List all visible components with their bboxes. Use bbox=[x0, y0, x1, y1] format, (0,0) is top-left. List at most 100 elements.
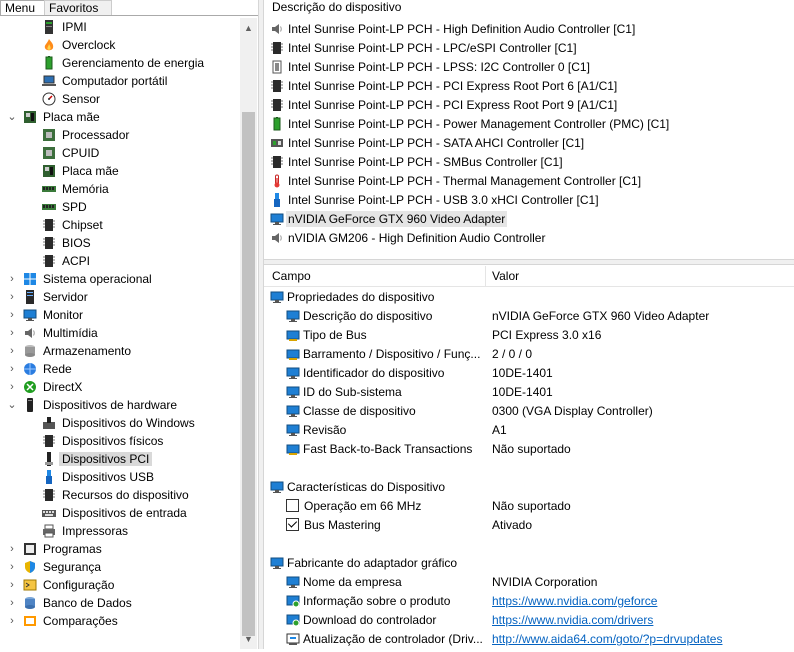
device-list-item[interactable]: Intel Sunrise Point-LP PCH - LPSS: I2C C… bbox=[270, 58, 590, 77]
tree-item[interactable]: › Sistema operacional bbox=[10, 270, 152, 288]
tree-item-label: BIOS bbox=[62, 236, 91, 250]
device-label: Intel Sunrise Point-LP PCH - SATA AHCI C… bbox=[288, 136, 585, 150]
chevron-right-icon[interactable]: › bbox=[7, 360, 17, 378]
tree-item[interactable]: Impressoras bbox=[42, 522, 128, 540]
property-row[interactable]: Operação em 66 MHz Não suportado bbox=[264, 497, 794, 516]
monitor-icon bbox=[270, 290, 284, 304]
tree-item[interactable]: › Banco de Dados bbox=[10, 594, 132, 612]
tree-item[interactable]: ⌄ Dispositivos de hardware bbox=[7, 396, 177, 414]
tree-item[interactable]: BIOS bbox=[42, 234, 91, 252]
tree-item[interactable]: Gerenciamento de energia bbox=[42, 54, 204, 72]
chevron-right-icon[interactable]: › bbox=[7, 288, 17, 306]
property-field: Descrição do dispositivo bbox=[303, 309, 433, 323]
property-value: 2 / 0 / 0 bbox=[492, 347, 533, 361]
tree-item[interactable]: › Servidor bbox=[10, 288, 88, 306]
property-row[interactable]: Bus Mastering Ativado bbox=[264, 516, 794, 535]
property-row[interactable]: Atualização de controlador (Driv... http:… bbox=[264, 630, 794, 649]
checkbox-unchecked-icon[interactable] bbox=[286, 499, 299, 512]
tree-item[interactable]: Overclock bbox=[42, 36, 115, 54]
column-separator[interactable] bbox=[485, 266, 486, 286]
tab-favorites[interactable]: Favoritos bbox=[44, 0, 112, 16]
chevron-right-icon[interactable]: › bbox=[7, 576, 17, 594]
device-list-item[interactable]: Intel Sunrise Point-LP PCH - USB 3.0 xHC… bbox=[270, 191, 599, 210]
property-group[interactable]: Fabricante do adaptador gráfico bbox=[264, 554, 794, 573]
property-group[interactable]: Características do Dispositivo bbox=[264, 478, 794, 497]
chevron-right-icon[interactable]: › bbox=[7, 540, 17, 558]
device-list-item[interactable]: nVIDIA GeForce GTX 960 Video Adapter bbox=[270, 210, 508, 229]
scroll-thumb[interactable] bbox=[242, 112, 255, 636]
tree-item[interactable]: Placa mãe bbox=[42, 162, 119, 180]
tree-item[interactable]: ⌄ Placa mãe bbox=[7, 108, 99, 126]
property-row[interactable]: Classe de dispositivo 0300 (VGA Display C… bbox=[264, 402, 794, 421]
property-group[interactable]: Propriedades do dispositivo bbox=[264, 288, 794, 307]
tree-item[interactable]: › Multimídia bbox=[10, 324, 98, 342]
property-row[interactable]: Identificador do dispositivo 10DE-1401 bbox=[264, 364, 794, 383]
tree-item[interactable]: Dispositivos PCI bbox=[42, 450, 153, 468]
tree-item[interactable]: Processador bbox=[42, 126, 129, 144]
tree-item[interactable]: SPD bbox=[42, 198, 87, 216]
device-list-item[interactable]: Intel Sunrise Point-LP PCH - PCI Express… bbox=[270, 96, 617, 115]
property-row[interactable]: Barramento / Dispositivo / Funç... 2 / 0 … bbox=[264, 345, 794, 364]
tab-menu[interactable]: Menu bbox=[0, 0, 46, 16]
device-list-item[interactable]: Intel Sunrise Point-LP PCH - High Defini… bbox=[270, 20, 635, 39]
chevron-right-icon[interactable]: › bbox=[7, 270, 17, 288]
tree-item-label: Programas bbox=[43, 542, 102, 556]
scroll-down-icon[interactable]: ▼ bbox=[240, 631, 257, 647]
tree-item[interactable]: Recursos do dispositivo bbox=[42, 486, 189, 504]
property-row[interactable]: Informação sobre o produto https://www.nv… bbox=[264, 592, 794, 611]
monitor-icon bbox=[270, 480, 284, 494]
device-list-item[interactable]: nVIDIA GM206 - High Definition Audio Con… bbox=[270, 229, 545, 248]
chevron-right-icon[interactable]: › bbox=[7, 306, 17, 324]
tree-scrollbar[interactable]: ▲ ▼ bbox=[240, 18, 257, 649]
property-row[interactable]: Download do controlador https://www.nvidi… bbox=[264, 611, 794, 630]
chevron-down-icon[interactable]: ⌄ bbox=[7, 396, 17, 414]
tree-item[interactable]: › Armazenamento bbox=[10, 342, 131, 360]
device-list-item[interactable]: Intel Sunrise Point-LP PCH - Thermal Man… bbox=[270, 172, 641, 191]
tree-item[interactable]: › Configuração bbox=[10, 576, 114, 594]
property-link[interactable]: http://www.aida64.com/goto/?p=drvupdates bbox=[492, 630, 722, 649]
property-row[interactable]: Fast Back-to-Back Transactions Não suport… bbox=[264, 440, 794, 459]
tree-item[interactable]: Dispositivos USB bbox=[42, 468, 154, 486]
tree-item[interactable]: › Rede bbox=[10, 360, 72, 378]
property-row[interactable]: ID do Sub-sistema 10DE-1401 bbox=[264, 383, 794, 402]
property-row[interactable]: Nome da empresa NVIDIA Corporation bbox=[264, 573, 794, 592]
device-list-item[interactable]: Intel Sunrise Point-LP PCH - SATA AHCI C… bbox=[270, 134, 584, 153]
tree-item[interactable]: Dispositivos do Windows bbox=[42, 414, 195, 432]
device-list-header[interactable]: Descrição do dispositivo bbox=[272, 0, 401, 16]
device-list-item[interactable]: Intel Sunrise Point-LP PCH - LPC/eSPI Co… bbox=[270, 39, 577, 58]
column-value-header[interactable]: Valor bbox=[492, 266, 519, 286]
tree-item[interactable]: › Comparações bbox=[10, 612, 118, 630]
column-field-header[interactable]: Campo bbox=[272, 266, 311, 286]
property-link[interactable]: https://www.nvidia.com/drivers bbox=[492, 611, 653, 630]
tree-item[interactable]: ACPI bbox=[42, 252, 90, 270]
tree-item[interactable]: Chipset bbox=[42, 216, 103, 234]
tree-item[interactable]: Computador portátil bbox=[42, 72, 167, 90]
chevron-right-icon[interactable]: › bbox=[7, 342, 17, 360]
device-list-item[interactable]: Intel Sunrise Point-LP PCH - SMBus Contr… bbox=[270, 153, 563, 172]
tree-item[interactable]: › Programas bbox=[10, 540, 102, 558]
checkbox-checked-icon[interactable] bbox=[286, 518, 299, 531]
tree-item[interactable]: Dispositivos de entrada bbox=[42, 504, 187, 522]
tree-item[interactable]: › Segurança bbox=[10, 558, 101, 576]
device-list-item[interactable]: Intel Sunrise Point-LP PCH - PCI Express… bbox=[270, 77, 617, 96]
chevron-right-icon[interactable]: › bbox=[7, 558, 17, 576]
tree-item[interactable]: › Monitor bbox=[10, 306, 83, 324]
property-row[interactable]: Revisão A1 bbox=[264, 421, 794, 440]
property-row[interactable]: Tipo de Bus PCI Express 3.0 x16 bbox=[264, 326, 794, 345]
chevron-right-icon[interactable]: › bbox=[7, 378, 17, 396]
tree-item[interactable]: Memória bbox=[42, 180, 109, 198]
chevron-down-icon[interactable]: ⌄ bbox=[7, 108, 17, 126]
chevron-right-icon[interactable]: › bbox=[7, 324, 17, 342]
tree-item[interactable]: Dispositivos físicos bbox=[42, 432, 163, 450]
property-row[interactable]: Descrição do dispositivo nVIDIA GeForce G… bbox=[264, 307, 794, 326]
property-link[interactable]: https://www.nvidia.com/geforce bbox=[492, 592, 657, 611]
chevron-right-icon[interactable]: › bbox=[7, 594, 17, 612]
horizontal-splitter[interactable] bbox=[264, 259, 794, 265]
tree-item[interactable]: IPMI bbox=[42, 18, 87, 36]
tree-item[interactable]: › DirectX bbox=[10, 378, 82, 396]
chevron-right-icon[interactable]: › bbox=[7, 612, 17, 630]
tree-item[interactable]: Sensor bbox=[42, 90, 100, 108]
tree-item[interactable]: CPUID bbox=[42, 144, 99, 162]
scroll-up-icon[interactable]: ▲ bbox=[240, 20, 257, 36]
device-list-item[interactable]: Intel Sunrise Point-LP PCH - Power Manag… bbox=[270, 115, 669, 134]
